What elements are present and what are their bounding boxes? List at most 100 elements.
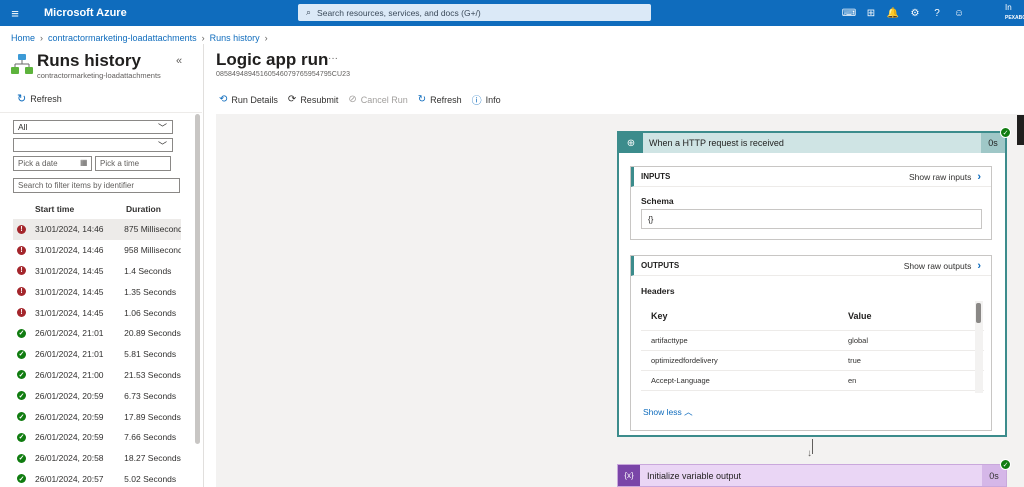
run-duration: 1.06 Seconds <box>124 307 177 318</box>
header-key: artifacttype <box>651 336 688 345</box>
info-button[interactable]: ⓘ Info <box>471 92 501 108</box>
trigger-title: When a HTTP request is received <box>649 138 784 148</box>
success-check-icon: ✓ <box>17 474 26 484</box>
show-raw-inputs-label: Show raw inputs <box>908 171 972 182</box>
inputs-label: INPUTS <box>641 172 671 181</box>
show-raw-outputs-link[interactable]: Show raw outputs › <box>904 260 981 272</box>
run-duration: 1.4 Seconds <box>124 265 172 276</box>
run-start-time: 26/01/2024, 20:57 <box>35 473 104 484</box>
date-placeholder: Pick a date <box>18 159 58 168</box>
date-picker-input[interactable]: Pick a date ▦ <box>13 156 92 171</box>
collapse-pane-button[interactable]: « <box>176 55 182 67</box>
feedback-icon[interactable]: ☺ <box>948 8 970 19</box>
user-account[interactable]: In PEXABO <box>1005 3 1024 23</box>
breadcrumb-home[interactable]: Home <box>11 33 35 43</box>
more-options-button[interactable]: ··· <box>328 53 338 64</box>
run-row[interactable]: ! 31/01/2024, 14:45 1.06 Seconds <box>13 302 181 323</box>
error-icon: ! <box>17 287 26 297</box>
action2-title: Initialize variable output <box>647 470 742 481</box>
runs-scrollbar[interactable] <box>195 114 200 444</box>
success-check-icon: ✓ <box>17 328 26 338</box>
run-row[interactable]: ✓ 26/01/2024, 21:00 21.53 Seconds <box>13 365 181 386</box>
cancel-run-button[interactable]: ⊘ Cancel Run <box>348 94 407 105</box>
info-icon: ⓘ <box>471 96 482 107</box>
resubmit-button[interactable]: ⟳ Resubmit <box>288 94 338 105</box>
key-column-header: Key <box>651 310 668 321</box>
secondary-filter-select[interactable]: ﹀ <box>13 138 173 152</box>
info-label: Info <box>485 94 501 105</box>
time-picker-input[interactable]: Pick a time <box>95 156 171 171</box>
run-details-label: Run Details <box>231 94 278 105</box>
headers-scrollbar[interactable] <box>975 301 983 393</box>
show-less-link[interactable]: Show less ︿ <box>643 406 693 418</box>
run-row[interactable]: ✓ 26/01/2024, 20:57 5.02 Seconds <box>13 469 181 487</box>
table-row: artifacttype global <box>641 331 984 351</box>
outputs-section: OUTPUTS Show raw outputs › Headers Key V… <box>630 255 992 431</box>
show-raw-inputs-link[interactable]: Show raw inputs › <box>909 171 981 183</box>
run-duration: 7.66 Seconds <box>124 432 177 443</box>
bell-icon[interactable]: 🔔 <box>882 8 904 19</box>
arrow-down-icon: ↓ <box>807 448 812 459</box>
brand-title[interactable]: Microsoft Azure <box>44 7 127 19</box>
error-icon: ! <box>17 308 26 318</box>
duration-column-header[interactable]: Duration <box>126 204 161 214</box>
run-row[interactable]: ✓ 26/01/2024, 21:01 5.81 Seconds <box>13 344 181 365</box>
run-row[interactable]: ! 31/01/2024, 14:45 1.4 Seconds <box>13 261 181 282</box>
breadcrumb-runs-history[interactable]: Runs history <box>210 33 260 43</box>
calendar-icon: ▦ <box>80 158 88 167</box>
directory-filter-icon[interactable]: ⊞ <box>860 8 882 19</box>
topbar-icons: ⌨ ⊞ 🔔 ⚙ ? ☺ <box>838 0 970 26</box>
runs-history-title: Runs history <box>37 51 141 70</box>
run-start-time: 26/01/2024, 20:59 <box>35 411 104 422</box>
success-check-icon: ✓ <box>1000 459 1011 470</box>
run-start-time: 26/01/2024, 20:58 <box>35 453 104 464</box>
user-initial: In <box>1005 3 1012 12</box>
chevron-right-icon: › <box>977 259 981 272</box>
run-start-time: 26/01/2024, 20:59 <box>35 390 104 401</box>
runs-refresh-label: Refresh <box>30 93 62 104</box>
resubmit-label: Resubmit <box>300 94 339 105</box>
global-search-input[interactable]: ⌕ Search resources, services, and docs (… <box>298 4 651 21</box>
outputs-header: OUTPUTS Show raw outputs › <box>631 256 991 276</box>
run-row[interactable]: ✓ 26/01/2024, 21:01 20.89 Seconds <box>13 323 181 344</box>
user-org: PEXABO <box>1005 15 1024 21</box>
status-filter-select[interactable]: All ﹀ <box>13 120 173 134</box>
hamburger-icon[interactable]: ≡ <box>0 6 30 21</box>
headers-scroll-thumb[interactable] <box>976 303 981 323</box>
start-time-column-header[interactable]: Start time <box>35 204 74 214</box>
headers-table: Key Value artifacttype global optimizedf… <box>641 301 984 393</box>
run-details-button[interactable]: ⟲ Run Details <box>219 94 278 105</box>
search-placeholder: Search resources, services, and docs (G+… <box>317 7 481 18</box>
trigger-card-header[interactable]: ⊕ When a HTTP request is received 0s <box>619 133 1005 153</box>
identifier-filter-input[interactable]: Search to filter items by identifier <box>13 178 180 193</box>
success-check-icon: ✓ <box>17 432 26 442</box>
gear-icon[interactable]: ⚙ <box>904 8 926 19</box>
chevron-right-icon: › <box>977 170 981 183</box>
refresh-button[interactable]: ↻ Refresh <box>418 94 462 105</box>
left-divider <box>0 112 202 113</box>
run-duration: 5.81 Seconds <box>124 349 177 360</box>
run-duration: 6.73 Seconds <box>124 390 177 401</box>
value-column-header: Value <box>848 310 872 321</box>
run-row[interactable]: ✓ 26/01/2024, 20:59 7.66 Seconds <box>13 427 181 448</box>
status-filter-value: All <box>18 122 28 132</box>
runs-refresh-button[interactable]: ↻ Refresh <box>17 92 62 105</box>
toolbar: ⟲ Run Details ⟳ Resubmit ⊘ Cancel Run ↻ … <box>219 92 511 107</box>
canvas-side-tab[interactable] <box>1017 115 1024 145</box>
initialize-variable-card[interactable]: {x} Initialize variable output 0s <box>617 464 1007 487</box>
breadcrumb-separator: › <box>264 33 268 43</box>
refresh-icon: ↻ <box>417 94 427 105</box>
run-row[interactable]: ✓ 26/01/2024, 20:59 17.89 Seconds <box>13 406 181 427</box>
run-row[interactable]: ! 31/01/2024, 14:45 1.35 Seconds <box>13 281 181 302</box>
header-value: global <box>848 336 869 345</box>
cloud-shell-icon[interactable]: ⌨ <box>838 8 860 19</box>
flow-connector <box>812 439 813 454</box>
run-row[interactable]: ! 31/01/2024, 14:46 875 Milliseconds <box>13 219 181 240</box>
inputs-header: INPUTS Show raw inputs › <box>631 167 991 187</box>
run-row[interactable]: ✓ 26/01/2024, 20:58 18.27 Seconds <box>13 448 181 469</box>
breadcrumb-logic-app[interactable]: contractormarketing-loadattachments <box>48 33 197 43</box>
inputs-section: INPUTS Show raw inputs › Schema {} <box>630 166 992 240</box>
run-row[interactable]: ✓ 26/01/2024, 20:59 6.73 Seconds <box>13 385 181 406</box>
run-row[interactable]: ! 31/01/2024, 14:46 958 Milliseconds <box>13 240 181 261</box>
help-icon[interactable]: ? <box>926 8 948 19</box>
